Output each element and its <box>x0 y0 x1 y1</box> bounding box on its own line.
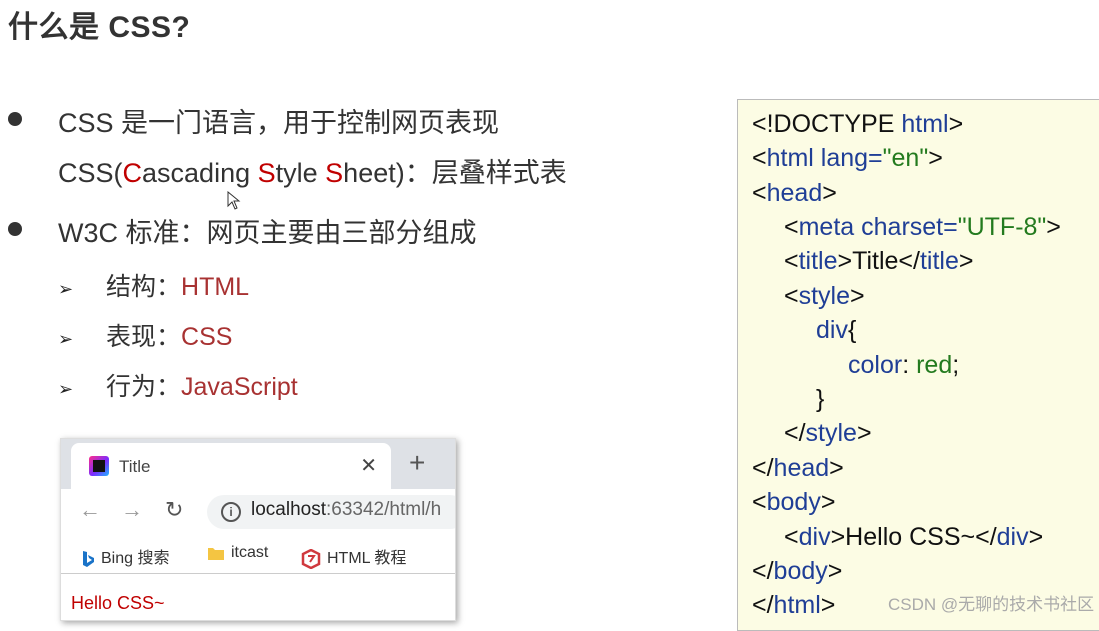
close-tab-icon[interactable]: ✕ <box>360 453 377 478</box>
forward-arrow-icon[interactable]: → <box>121 497 143 523</box>
page-content-text: Hello CSS~ <box>71 593 165 613</box>
code-line: <body> <box>752 488 836 516</box>
browser-tabstrip: Title ✕ + <box>61 439 455 489</box>
tab-title: Title <box>119 457 151 476</box>
code-line: <head> <box>752 179 837 207</box>
bullet-css-definition: CSS 是一门语言，用于控制网页表现 <box>58 108 500 138</box>
page-title: 什么是 CSS? <box>8 11 191 44</box>
arrow-bullet-icon: ➢ <box>58 329 74 349</box>
address-bar-row: ← → ↻ i localhost:63342/html/h <box>61 489 455 533</box>
code-line: div{ <box>816 316 857 344</box>
runoob-icon <box>301 548 321 569</box>
browser-window: Title ✕ + ← → ↻ i localhost:63342/html/h… <box>60 438 456 621</box>
bullet-w3c-standard: W3C 标准：网页主要由三部分组成 <box>58 218 477 248</box>
webstorm-icon <box>89 456 109 476</box>
sub-item-structure: ➢ 结构：HTML <box>58 273 250 301</box>
arrow-bullet-icon: ➢ <box>58 379 74 399</box>
bullet-dot <box>8 112 22 126</box>
bookmarks-bar: Bing 搜索 itcast HTML 教程 <box>61 533 455 574</box>
code-line: color: red; <box>848 351 960 379</box>
mouse-cursor-icon <box>227 191 241 210</box>
url-text[interactable]: localhost:63342/html/h <box>251 499 441 521</box>
code-line: <style> <box>784 282 865 310</box>
info-icon[interactable]: i <box>221 502 241 522</box>
bullet-dot <box>8 222 22 236</box>
code-line: </html> <box>752 591 836 619</box>
code-line: </style> <box>784 419 872 447</box>
code-line: } <box>816 385 825 413</box>
new-tab-button[interactable]: + <box>409 447 425 479</box>
arrow-bullet-icon: ➢ <box>58 279 74 299</box>
bullet-css-fullname: CSS(Cascading Style Sheet)：层叠样式表 <box>58 158 567 188</box>
bookmark-html-tutorial[interactable]: HTML 教程 <box>301 544 406 569</box>
back-arrow-icon[interactable]: ← <box>79 497 101 523</box>
reload-icon[interactable]: ↻ <box>165 497 183 523</box>
sub-item-presentation: ➢ 表现：CSS <box>58 323 233 351</box>
code-line: <html lang="en"> <box>752 144 943 172</box>
code-panel: <!DOCTYPE html> <html lang="en"> <head> … <box>737 99 1099 631</box>
watermark: CSDN @无聊的技术书社区 <box>888 595 1095 614</box>
code-line: <!DOCTYPE html> <box>752 110 964 138</box>
bing-icon <box>83 550 94 567</box>
code-line: </body> <box>752 557 843 585</box>
code-line: <title>Title</title> <box>784 247 974 275</box>
code-line: <div>Hello CSS~</div> <box>784 523 1044 551</box>
code-line: </head> <box>752 454 844 482</box>
bookmark-itcast[interactable]: itcast <box>207 544 268 562</box>
sub-item-behavior: ➢ 行为：JavaScript <box>58 373 298 401</box>
bookmark-bing[interactable]: Bing 搜索 <box>81 544 169 568</box>
browser-tab[interactable]: Title ✕ <box>71 443 391 489</box>
code-line: <meta charset="UTF-8"> <box>784 213 1061 241</box>
folder-icon <box>208 547 224 560</box>
